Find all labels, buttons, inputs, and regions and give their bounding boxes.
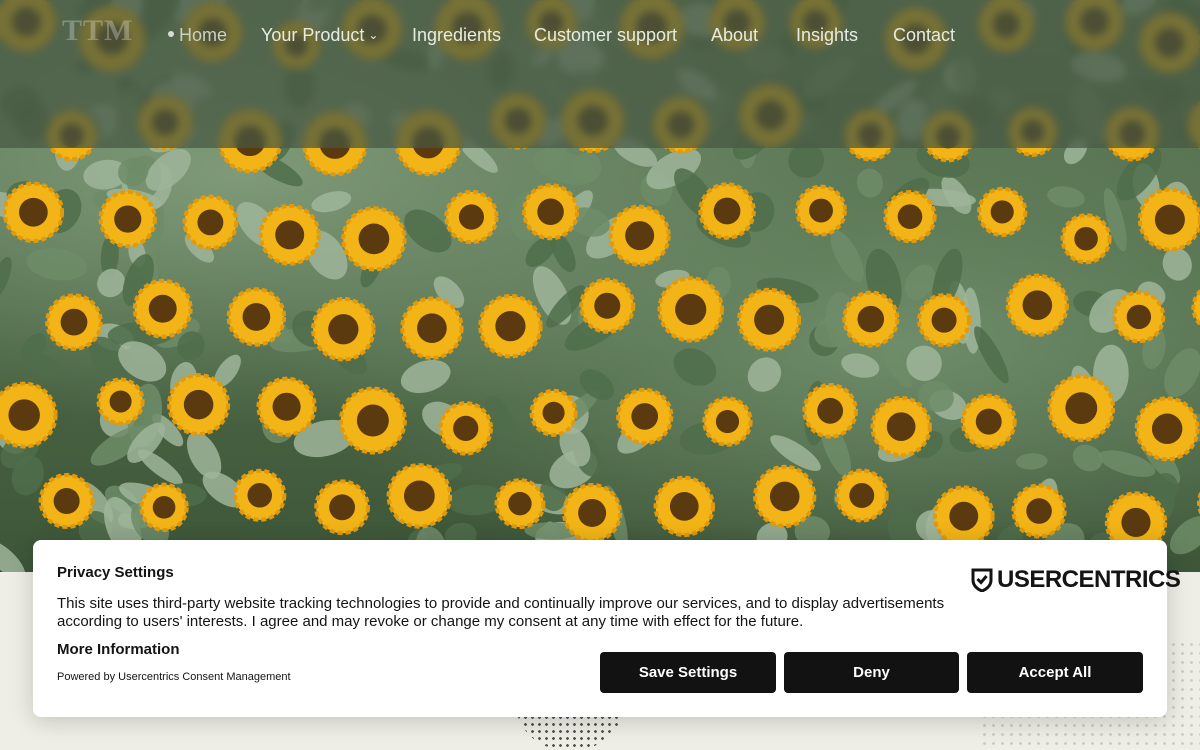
sunflower-shape (883, 190, 937, 244)
consent-description: This site uses third-party website track… (57, 595, 945, 630)
site-logo[interactable]: TTM (62, 14, 144, 47)
sunflower-shape (698, 182, 756, 240)
nav-item-home[interactable]: Home (168, 22, 227, 48)
sunflower-shape (522, 183, 580, 241)
brand-wordmark: USERCENTRICS (997, 566, 1181, 593)
sunflower-shape (653, 475, 715, 538)
sunflower-shape (753, 464, 817, 529)
deny-button[interactable]: Deny (784, 652, 959, 693)
consent-title: Privacy Settings (57, 564, 174, 581)
sunflower-shape (1112, 290, 1166, 344)
leaf-shape (26, 247, 88, 281)
sunflower-shape (132, 278, 193, 339)
sunflower-shape (616, 387, 674, 446)
sunflower-shape (314, 479, 370, 536)
leaf-shape (311, 191, 352, 213)
nav-item-label: Customer support (534, 25, 678, 45)
sunflower-shape (438, 401, 493, 456)
hero-sunflower-image (0, 0, 1200, 572)
save-settings-button[interactable]: Save Settings (600, 652, 776, 693)
sunflower-shape (1191, 288, 1200, 327)
accept-all-button[interactable]: Accept All (967, 652, 1143, 693)
nav-item-label: Insights (796, 25, 859, 45)
nav-item-label: Your Product (261, 25, 365, 45)
usercentrics-logo: USERCENTRICS (971, 566, 1181, 593)
sunflower-shape (338, 386, 407, 455)
sunflower-shape (1137, 187, 1200, 252)
shield-icon (971, 568, 993, 592)
sunflower-shape (96, 377, 145, 426)
nav-item-your-product[interactable]: Your Product ⌄ (261, 22, 378, 49)
sunflower-shape (494, 478, 546, 530)
sunflower-shape (737, 287, 802, 352)
sunflower-shape (702, 396, 753, 447)
sunflower-shape (562, 482, 623, 543)
sunflower-shape (1060, 213, 1112, 265)
sunflower-shape (98, 189, 157, 249)
nav-item-insights[interactable]: Insights (796, 22, 858, 48)
leaf-shape (0, 540, 26, 572)
sunflower-shape (960, 393, 1017, 450)
leaf-shape (830, 230, 864, 282)
sunflower-shape (400, 296, 464, 360)
sunflower-shape (2, 181, 65, 243)
sunflower-shape (45, 293, 103, 351)
leaf-shape (400, 359, 451, 394)
sunflower-shape (38, 472, 95, 530)
nav-item-label: Home (179, 25, 228, 45)
sunflower-shape (579, 277, 636, 334)
chevron-down-icon: ⌄ (368, 28, 379, 43)
leaf-shape (856, 168, 883, 198)
sunflower-shape (167, 373, 231, 437)
active-dot-icon (168, 31, 174, 38)
leaf-shape (673, 348, 717, 386)
sunflower-shape (256, 376, 317, 437)
sunflower-shape (258, 203, 321, 266)
sunflower-shape (608, 204, 671, 267)
sunflower-shape (386, 463, 453, 529)
leaf-shape (0, 256, 12, 301)
sunflower-shape (478, 293, 543, 359)
sunflower-shape (795, 184, 847, 237)
sunflower-shape (1047, 374, 1116, 442)
sunflower-shape (529, 388, 578, 437)
sunflower-shape (182, 194, 239, 251)
leaf-shape (1015, 453, 1048, 470)
sunflower-shape (1134, 396, 1200, 462)
sunflower-shape (870, 395, 932, 458)
nav-item-about[interactable]: About (711, 22, 758, 48)
nav-item-label: Contact (893, 25, 956, 45)
leaf-shape (1047, 186, 1085, 208)
nav-item-customer-support[interactable]: Customer support (534, 22, 677, 48)
sunflower-shape (842, 290, 900, 348)
sunflower-shape (0, 381, 58, 449)
sunflower-shape (802, 382, 858, 439)
sunflower-shape (311, 297, 376, 362)
privacy-consent-dialog: Privacy Settings This site uses third-pa… (33, 540, 1181, 717)
more-information-link[interactable]: More Information (57, 641, 180, 658)
sunflower-shape (932, 485, 995, 548)
nav-item-contact[interactable]: Contact (893, 22, 955, 48)
leaf-shape (841, 353, 880, 378)
sunflower-shape (977, 186, 1028, 238)
sunflower-shape (233, 468, 287, 522)
sunflower-shape (834, 468, 889, 523)
sunflower-shape (1005, 273, 1069, 337)
sunflower-shape (341, 206, 407, 272)
powered-by-text: Powered by Usercentrics Consent Manageme… (57, 671, 291, 683)
nav-item-ingredients[interactable]: Ingredients (412, 22, 501, 48)
leaf-shape (974, 326, 1009, 384)
leaf-shape (747, 357, 782, 392)
sunflower-shape (1011, 483, 1067, 539)
sunflower-shape (226, 287, 287, 347)
sunflower-shape (444, 189, 499, 245)
nav-item-label: About (711, 25, 759, 45)
sunflower-shape (917, 293, 972, 348)
sunflower-shape (657, 276, 724, 343)
nav-item-label: Ingredients (412, 25, 502, 45)
sunflower-shape (139, 482, 189, 533)
